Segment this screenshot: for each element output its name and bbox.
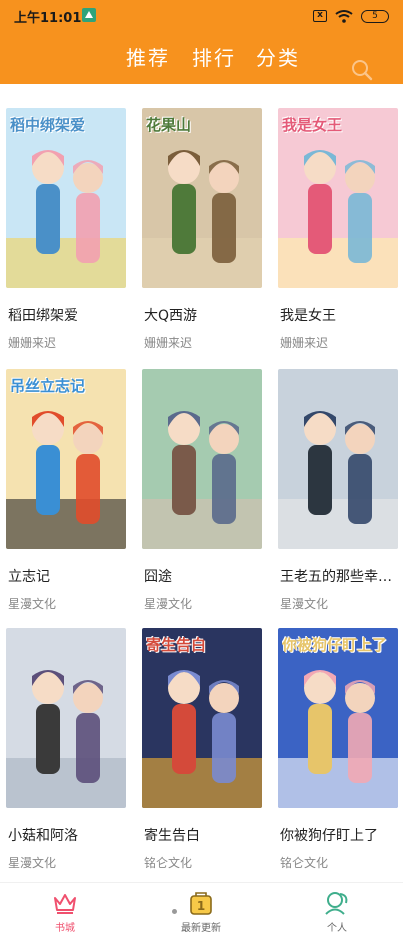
cover-title-text: 寄生告白	[146, 636, 207, 654]
book-author: 星漫文化	[144, 597, 193, 611]
book-author: 铭仑文化	[144, 856, 193, 870]
book-cover[interactable]	[142, 369, 262, 549]
app-notification-icon	[82, 8, 96, 22]
book-title[interactable]: 大Q西游	[144, 305, 262, 325]
search-icon[interactable]	[350, 58, 374, 82]
tab-ranking[interactable]: 排行	[192, 42, 236, 71]
book-cover[interactable]: 吊丝立志记	[6, 369, 126, 549]
cover-art	[142, 369, 262, 549]
tabbar-item-bookstore[interactable]: 书城	[25, 889, 105, 934]
bottom-tab-bar: 书城 1 最新更新 个人	[0, 882, 403, 938]
book-cover[interactable]: 我是女王	[278, 108, 398, 288]
cover-art	[6, 628, 126, 808]
tabbar-label-bookstore: 书城	[55, 923, 75, 934]
book-title[interactable]: 稻田绑架爱	[8, 305, 126, 325]
svg-text:1: 1	[197, 899, 205, 913]
tabbar-item-profile[interactable]: 个人	[297, 889, 377, 934]
status-bar: 上午11:01 x 5	[0, 0, 403, 32]
book-author: 星漫文化	[8, 856, 57, 870]
cover-title-text: 花果山	[146, 116, 192, 134]
cover-art	[278, 108, 398, 288]
top-tabs: 推荐 排行 分类	[0, 42, 403, 74]
people-icon	[325, 892, 348, 915]
book-title[interactable]: 小菇和阿洛	[8, 825, 126, 845]
sim-icon: x	[313, 10, 327, 22]
book-author: 星漫文化	[8, 597, 57, 611]
tabbar-item-latest[interactable]: 1 最新更新	[161, 889, 241, 934]
tab-recommend[interactable]: 推荐	[126, 42, 170, 71]
cover-art	[6, 108, 126, 288]
status-time: 上午11:01	[14, 11, 82, 26]
book-author: 铭仑文化	[280, 856, 329, 870]
top-header: 上午11:01 x 5 推荐 排行 分类	[0, 0, 403, 84]
tab-category[interactable]: 分类	[256, 42, 300, 71]
book-title[interactable]: 立志记	[8, 566, 126, 586]
book-author: 姗姗来迟	[144, 336, 193, 350]
cover-art	[142, 628, 262, 808]
cover-title-text: 你被狗仔盯上了	[282, 636, 388, 654]
book-author: 星漫文化	[280, 597, 329, 611]
tabbar-label-latest: 最新更新	[181, 923, 221, 934]
book-cover[interactable]: 稻中绑架爱	[6, 108, 126, 288]
cover-title-text: 吊丝立志记	[10, 377, 86, 395]
wifi-icon	[335, 10, 353, 23]
cover-art	[6, 369, 126, 549]
book-title[interactable]: 王老五的那些幸福事	[280, 566, 398, 586]
status-right-group: x 5	[313, 7, 389, 25]
book-cover[interactable]: 花果山	[142, 108, 262, 288]
book-title[interactable]: 囧途	[144, 566, 262, 586]
cover-title-text: 我是女王	[282, 116, 343, 134]
crown-icon	[54, 894, 76, 914]
book-author: 姗姗来迟	[8, 336, 57, 350]
book-cover[interactable]: 寄生告白	[142, 628, 262, 808]
cover-art	[278, 628, 398, 808]
book-title[interactable]: 我是女王	[280, 305, 398, 325]
book-title[interactable]: 寄生告白	[144, 825, 262, 845]
cover-title-text: 稻中绑架爱	[10, 116, 86, 134]
book-title[interactable]: 你被狗仔盯上了	[280, 825, 398, 845]
book-cover[interactable]	[6, 628, 126, 808]
book-author: 姗姗来迟	[280, 336, 329, 350]
book-cover[interactable]	[278, 369, 398, 549]
cover-art	[142, 108, 262, 288]
badge-1-icon: 1	[190, 892, 212, 915]
book-cover[interactable]: 你被狗仔盯上了	[278, 628, 398, 808]
tabbar-label-profile: 个人	[327, 923, 347, 934]
battery-icon: 5	[361, 9, 389, 23]
cover-art	[278, 369, 398, 549]
